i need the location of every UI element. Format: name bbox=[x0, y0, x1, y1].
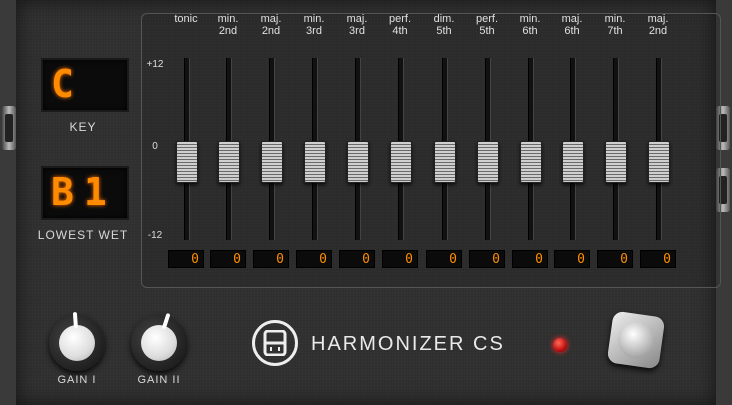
interval-label: maj. 2nd bbox=[260, 13, 282, 37]
interval-label: min. 2nd bbox=[217, 13, 239, 37]
interval-label: maj. 6th bbox=[561, 13, 583, 37]
gain-2-indicator bbox=[161, 312, 171, 330]
fader-handle[interactable] bbox=[648, 141, 670, 183]
fader-value-display: 0 bbox=[382, 250, 418, 268]
key-value: C bbox=[51, 62, 84, 106]
fader-value-display: 0 bbox=[554, 250, 590, 268]
gain-2-knob[interactable] bbox=[131, 312, 187, 371]
scale-mid-label: 0 bbox=[152, 141, 158, 152]
interval-label: perf. 4th bbox=[388, 13, 411, 37]
gain-2-label: GAIN II bbox=[137, 374, 181, 386]
key-display[interactable]: C bbox=[41, 58, 129, 112]
fader-value-display: 0 bbox=[512, 250, 548, 268]
fader-handle[interactable] bbox=[218, 141, 240, 183]
interval-label: perf. 5th bbox=[475, 13, 498, 37]
fader-value-display: 0 bbox=[210, 250, 246, 268]
lowest-wet-label: LOWEST WET bbox=[37, 228, 129, 242]
fader-value-display: 0 bbox=[253, 250, 289, 268]
scale-top-label: +12 bbox=[146, 59, 164, 70]
fader-value-display: 0 bbox=[597, 250, 633, 268]
interval-label: min. 3rd bbox=[303, 13, 325, 37]
gain-1-knob[interactable] bbox=[49, 311, 105, 371]
fader-handle[interactable] bbox=[434, 141, 456, 183]
fader-handle[interactable] bbox=[477, 141, 499, 183]
fader-value-display: 0 bbox=[296, 250, 332, 268]
interval-label: tonic bbox=[174, 13, 198, 25]
lowest-wet-display[interactable]: B1 bbox=[41, 166, 129, 220]
fader-handle[interactable] bbox=[176, 141, 198, 183]
interval-label: maj. 2nd bbox=[647, 13, 669, 37]
input-jack-left bbox=[2, 106, 16, 150]
brand-logo-icon bbox=[252, 320, 298, 366]
fader-handle[interactable] bbox=[520, 141, 542, 183]
fader-handle[interactable] bbox=[562, 141, 584, 183]
fader-handle[interactable] bbox=[261, 141, 283, 183]
interval-label: dim. 5th bbox=[433, 13, 455, 37]
key-label: KEY bbox=[69, 120, 97, 134]
interval-label: maj. 3rd bbox=[346, 13, 368, 37]
gain-1-label: GAIN I bbox=[57, 374, 97, 386]
fader-handle[interactable] bbox=[347, 141, 369, 183]
scale-bottom-label: -12 bbox=[147, 230, 163, 241]
status-led bbox=[553, 338, 567, 352]
fader-handle[interactable] bbox=[605, 141, 627, 183]
fader-value-display: 0 bbox=[426, 250, 462, 268]
interval-label: min. 6th bbox=[519, 13, 541, 37]
fader-value-display: 0 bbox=[469, 250, 505, 268]
interval-label: min. 7th bbox=[604, 13, 626, 37]
lowest-wet-value: B1 bbox=[51, 170, 117, 214]
fader-handle[interactable] bbox=[304, 141, 326, 183]
fader-value-display: 0 bbox=[640, 250, 676, 268]
fader-value-display: 0 bbox=[339, 250, 375, 268]
gain-1-indicator bbox=[72, 311, 78, 329]
fader-value-display: 0 bbox=[168, 250, 204, 268]
brand-name: HARMONIZER CS bbox=[311, 333, 505, 355]
footswitch-button[interactable] bbox=[606, 310, 666, 370]
fader-handle[interactable] bbox=[390, 141, 412, 183]
